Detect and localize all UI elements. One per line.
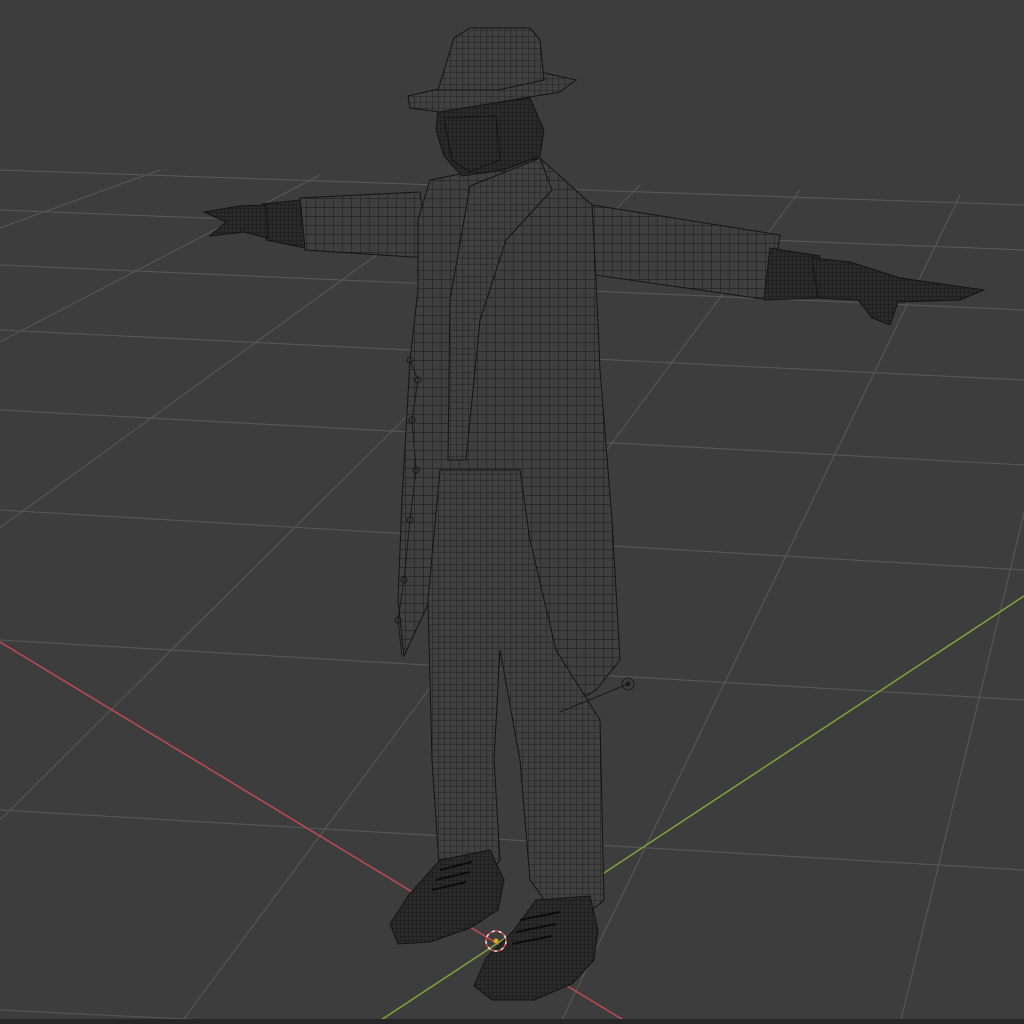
right-hand[interactable] [811, 257, 986, 326]
3d-viewport[interactable] [0, 0, 1024, 1024]
character-mesh[interactable] [202, 27, 986, 1001]
viewport-bottom-border [0, 1019, 1024, 1024]
left-arm[interactable] [299, 191, 429, 259]
viewport-canvas[interactable] [0, 0, 1024, 1024]
left-cuff[interactable] [261, 199, 306, 249]
hat-crown[interactable] [437, 27, 545, 91]
left-hand[interactable] [202, 204, 269, 239]
right-arm[interactable] [591, 204, 781, 301]
left-shoe[interactable] [389, 849, 505, 945]
right-cuff[interactable] [763, 247, 821, 301]
